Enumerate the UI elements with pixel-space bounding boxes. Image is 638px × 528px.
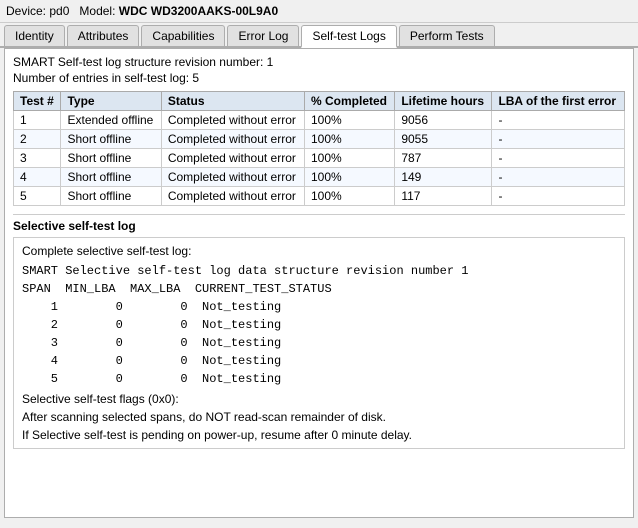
note1: After scanning selected spans, do NOT re…	[22, 410, 616, 424]
table-row: 3Short offlineCompleted without error100…	[14, 149, 625, 168]
tab-self-test-logs[interactable]: Self-test Logs	[301, 25, 396, 48]
cell-1-4: 9055	[395, 130, 492, 149]
col-header-3: % Completed	[304, 92, 394, 111]
cell-4-5: -	[492, 187, 625, 206]
cell-3-0: 4	[14, 168, 61, 187]
tab-identity[interactable]: Identity	[4, 25, 65, 46]
col-header-2: Status	[161, 92, 304, 111]
cell-3-1: Short offline	[61, 168, 161, 187]
smart-revision: SMART Self-test log structure revision n…	[13, 55, 625, 69]
cell-4-4: 117	[395, 187, 492, 206]
selective-title: Selective self-test log	[13, 219, 625, 233]
col-header-1: Type	[61, 92, 161, 111]
cell-4-1: Short offline	[61, 187, 161, 206]
cell-1-2: Completed without error	[161, 130, 304, 149]
tab-bar: IdentityAttributesCapabilitiesError LogS…	[0, 23, 638, 48]
cell-4-2: Completed without error	[161, 187, 304, 206]
device-id: pd0	[49, 4, 69, 18]
cell-0-0: 1	[14, 111, 61, 130]
tab-capabilities[interactable]: Capabilities	[141, 25, 225, 46]
cell-0-3: 100%	[304, 111, 394, 130]
cell-0-1: Extended offline	[61, 111, 161, 130]
selective-mono: SMART Selective self-test log data struc…	[22, 262, 616, 388]
cell-4-3: 100%	[304, 187, 394, 206]
main-content: SMART Self-test log structure revision n…	[4, 48, 634, 518]
cell-2-2: Completed without error	[161, 149, 304, 168]
cell-1-5: -	[492, 130, 625, 149]
flags-text: Selective self-test flags (0x0):	[22, 392, 616, 406]
model-label: Model:	[79, 4, 115, 18]
cell-2-3: 100%	[304, 149, 394, 168]
table-row: 4Short offlineCompleted without error100…	[14, 168, 625, 187]
complete-label: Complete selective self-test log:	[22, 244, 616, 258]
cell-3-3: 100%	[304, 168, 394, 187]
cell-3-5: -	[492, 168, 625, 187]
cell-0-5: -	[492, 111, 625, 130]
cell-1-3: 100%	[304, 130, 394, 149]
cell-1-0: 2	[14, 130, 61, 149]
device-bar: Device: pd0 Model: WDC WD3200AAKS-00L9A0	[0, 0, 638, 23]
col-header-0: Test #	[14, 92, 61, 111]
cell-2-0: 3	[14, 149, 61, 168]
selective-box: Complete selective self-test log: SMART …	[13, 237, 625, 449]
cell-3-4: 149	[395, 168, 492, 187]
table-row: 1Extended offlineCompleted without error…	[14, 111, 625, 130]
col-header-5: LBA of the first error	[492, 92, 625, 111]
tab-perform-tests[interactable]: Perform Tests	[399, 25, 495, 46]
device-label: Device:	[6, 4, 46, 18]
note2: If Selective self-test is pending on pow…	[22, 428, 616, 442]
tab-attributes[interactable]: Attributes	[67, 25, 140, 46]
cell-2-5: -	[492, 149, 625, 168]
tab-error-log[interactable]: Error Log	[227, 25, 299, 46]
selective-section: Selective self-test log Complete selecti…	[13, 219, 625, 449]
table-row: 5Short offlineCompleted without error100…	[14, 187, 625, 206]
cell-4-0: 5	[14, 187, 61, 206]
cell-0-2: Completed without error	[161, 111, 304, 130]
self-test-table: Test #TypeStatus% CompletedLifetime hour…	[13, 91, 625, 206]
cell-2-4: 787	[395, 149, 492, 168]
model-value: WDC WD3200AAKS-00L9A0	[119, 4, 278, 18]
cell-2-1: Short offline	[61, 149, 161, 168]
cell-0-4: 9056	[395, 111, 492, 130]
divider	[13, 214, 625, 215]
table-row: 2Short offlineCompleted without error100…	[14, 130, 625, 149]
col-header-4: Lifetime hours	[395, 92, 492, 111]
cell-3-2: Completed without error	[161, 168, 304, 187]
cell-1-1: Short offline	[61, 130, 161, 149]
smart-entries: Number of entries in self-test log: 5	[13, 71, 625, 85]
